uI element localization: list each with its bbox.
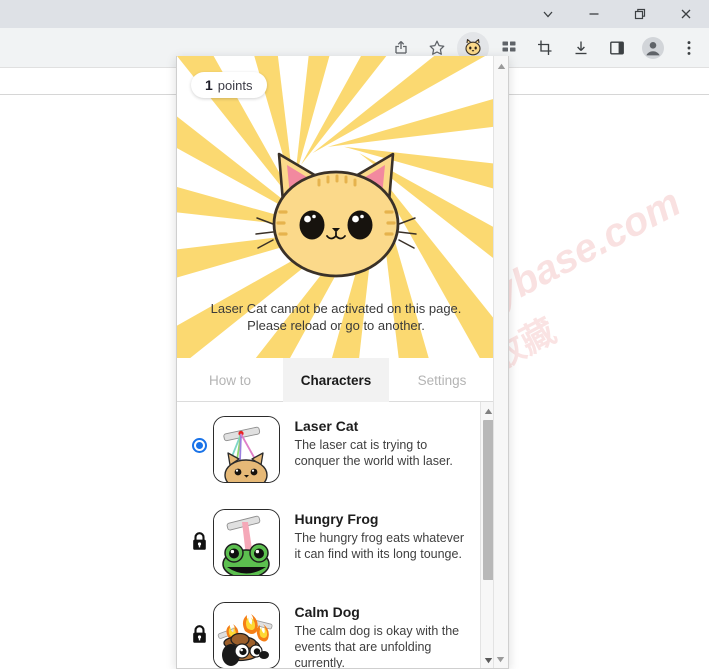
points-unit: points [217, 78, 253, 93]
character-info: Calm Dog The calm dog is okay with the e… [294, 600, 470, 669]
character-description: The hungry frog eats whatever it can fin… [294, 531, 465, 561]
tab-how-to[interactable]: How to [177, 358, 283, 402]
character-name: Hungry Frog [294, 511, 379, 527]
extension-popup: 1 points Laser Cat cannot be activated o… [176, 56, 509, 669]
restore-icon[interactable] [617, 0, 663, 28]
profile-avatar-icon[interactable] [637, 32, 669, 64]
lock-icon [192, 625, 206, 643]
character-lock-column [185, 507, 213, 551]
lock-icon [192, 532, 206, 550]
tab-settings[interactable]: Settings [389, 358, 495, 402]
character-list[interactable]: Laser Cat The laser cat is trying to con… [177, 402, 495, 669]
character-name: Laser Cat [294, 418, 359, 434]
radio-selected-icon[interactable] [191, 438, 207, 453]
character-description: The calm dog is okay with the events tha… [294, 624, 460, 669]
crop-icon[interactable] [529, 32, 561, 64]
hero-message-line2: Please reload or go to another. [247, 318, 425, 333]
more-menu-icon[interactable] [673, 32, 705, 64]
character-info: Laser Cat The laser cat is trying to con… [294, 414, 470, 469]
character-name: Calm Dog [294, 604, 360, 620]
list-item[interactable]: Hungry Frog The hungry frog eats whateve… [177, 495, 480, 588]
character-thumbnail-calm-dog [213, 602, 281, 668]
list-item[interactable]: Laser Cat The laser cat is trying to con… [177, 402, 480, 495]
popup-tabs: How to Characters Settings [177, 358, 495, 402]
character-lock-column [185, 600, 213, 644]
popup-scroll-up-arrow-icon[interactable] [494, 59, 508, 73]
points-badge: 1 points [191, 72, 267, 98]
title-bar [0, 0, 709, 28]
character-select-column[interactable] [185, 414, 213, 453]
character-thumbnail-laser-cat [213, 416, 281, 483]
hero-message-line1: Laser Cat cannot be activated on this pa… [210, 301, 462, 316]
character-thumbnail-hungry-frog [213, 509, 281, 576]
popup-scroll-down-arrow-icon[interactable] [493, 652, 508, 666]
tab-search-chevron-down-icon[interactable] [525, 0, 571, 28]
list-item[interactable]: Calm Dog The calm dog is okay with the e… [177, 588, 480, 669]
side-panel-icon[interactable] [601, 32, 633, 64]
points-value: 1 [205, 77, 213, 93]
browser-window: Mybase.com 归得收藏 1 points [0, 0, 709, 669]
tab-characters[interactable]: Characters [283, 358, 389, 402]
character-description: The laser cat is trying to conquer the w… [294, 438, 453, 468]
popup-scrollbar[interactable] [493, 56, 508, 668]
window-controls [525, 0, 709, 28]
hero-message: Laser Cat cannot be activated on this pa… [177, 300, 495, 334]
laser-cat-illustration [249, 140, 423, 295]
hero-banner: 1 points Laser Cat cannot be activated o… [177, 56, 495, 358]
minimize-icon[interactable] [571, 0, 617, 28]
close-icon[interactable] [663, 0, 709, 28]
character-info: Hungry Frog The hungry frog eats whateve… [294, 507, 470, 562]
download-icon[interactable] [565, 32, 597, 64]
